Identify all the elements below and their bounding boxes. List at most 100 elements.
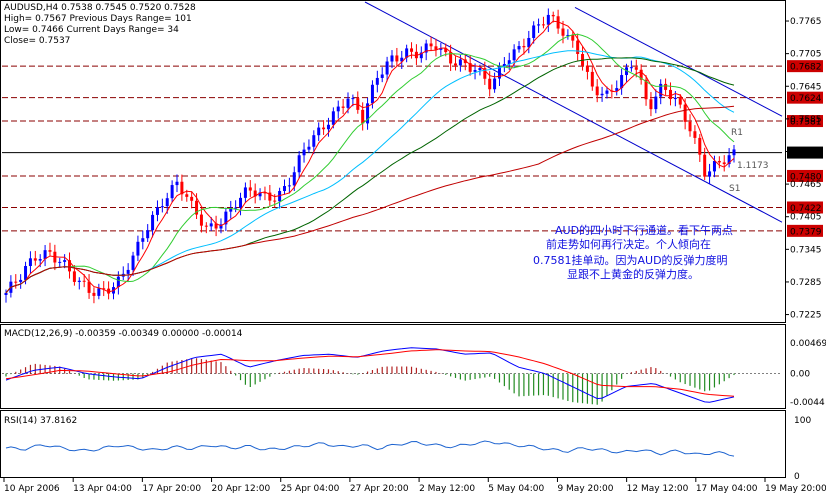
candle-body: [361, 109, 365, 124]
time-tick-label: 12 May 12:00: [627, 484, 689, 494]
candle-body: [576, 40, 580, 54]
candle-body: [160, 206, 164, 208]
candle-body: [561, 28, 565, 36]
candle-body: [302, 149, 306, 156]
candle-body: [708, 171, 712, 177]
candle-body: [28, 258, 32, 267]
candle-body: [155, 207, 159, 215]
candle-body: [4, 292, 8, 295]
candle-body: [693, 131, 697, 138]
candle-body: [678, 97, 682, 105]
candle-body: [63, 260, 67, 262]
candle-body: [239, 197, 243, 208]
candle-body: [410, 48, 414, 52]
price-level-label: 0.7624: [790, 94, 822, 104]
annotation-line-1: AUD的四小时下行通道。看下午两点: [555, 223, 733, 237]
candle-body: [341, 106, 345, 108]
candle-body: [522, 46, 526, 48]
candle-body: [600, 93, 604, 96]
candle-body: [141, 238, 145, 242]
candle-body: [385, 61, 389, 75]
time-tick-label: 5 May 04:00: [488, 484, 544, 494]
rsi-tick-label: 0: [794, 472, 800, 482]
candle-body: [72, 271, 76, 282]
price-level-label: 0.7379: [790, 227, 822, 237]
candle-body: [683, 104, 687, 122]
candle-body: [532, 25, 536, 38]
candle-body: [478, 68, 482, 71]
candle-body: [273, 200, 277, 202]
header-high: High= 0.7567 Previous Days Range= 101: [4, 14, 192, 24]
time-tick-label: 20 Apr 12:00: [212, 484, 271, 494]
candle-body: [292, 172, 296, 186]
header-symbol: AUDUSD,H4 0.7538 0.7545 0.7520 0.7528: [4, 3, 196, 13]
candle-body: [282, 186, 286, 192]
time-tick-label: 19 May 20:00: [765, 484, 826, 494]
candle-body: [351, 98, 355, 100]
candle-body: [390, 55, 394, 62]
candle-body: [380, 74, 384, 78]
time-tick-label: 17 May 04:00: [696, 484, 758, 494]
candle-body: [703, 154, 707, 177]
macd-tick-label: 0.00469: [790, 339, 826, 349]
price-tick-label: 0.7285: [790, 278, 822, 288]
s1-label: S1: [729, 184, 740, 194]
candle-body: [234, 207, 238, 209]
header-close: Close= 0.7537: [4, 36, 70, 46]
price-tick-label: 0.7405: [790, 213, 822, 223]
candle-body: [649, 99, 653, 110]
candle-body: [24, 266, 28, 280]
candle-body: [204, 225, 208, 227]
candle-body: [185, 194, 189, 197]
candle-body: [336, 106, 340, 112]
candle-body: [537, 24, 541, 26]
candle-body: [317, 127, 321, 136]
time-tick-label: 9 May 20:00: [557, 484, 613, 494]
candle-body: [488, 78, 492, 90]
candle-body: [346, 98, 350, 108]
candle-body: [551, 14, 555, 17]
price-level-label: 0.7682: [790, 63, 822, 73]
candle-body: [629, 67, 633, 69]
annotation-line-4: 显跟不上黄金的反弹力度。: [567, 267, 699, 281]
candle-body: [297, 155, 301, 173]
candle-body: [82, 280, 86, 282]
candle-body: [541, 24, 545, 26]
candle-body: [493, 78, 497, 90]
price-tick-label: 0.7705: [790, 50, 822, 60]
candle-body: [698, 137, 702, 155]
candle-body: [170, 185, 174, 199]
candle-body: [131, 255, 135, 270]
candle-body: [571, 34, 575, 41]
candle-body: [722, 162, 726, 165]
candle-body: [33, 258, 37, 261]
candle-body: [331, 111, 335, 125]
macd-tick-label: 0.00: [790, 370, 810, 380]
candle-body: [190, 196, 194, 201]
candle-body: [151, 214, 155, 231]
annotation-line-2: 前走势如何再行决定。个人倾向在: [546, 237, 711, 251]
candle-body: [14, 281, 18, 283]
candle-body: [429, 43, 433, 47]
macd-tick-label: -0.0044: [790, 398, 825, 408]
candle-body: [454, 63, 458, 66]
candle-body: [243, 187, 247, 198]
candle-body: [175, 181, 179, 186]
price-tick-label: 0.7645: [790, 82, 822, 92]
r1-label: R1: [731, 128, 743, 138]
time-tick-label: 25 Apr 04:00: [281, 484, 340, 494]
candle-body: [146, 230, 150, 239]
price-tick-label: 0.7585: [790, 115, 822, 125]
annotation-line-3: 0.7581挂单动。因为AUD的反弹力度明: [533, 253, 728, 267]
time-tick-label: 27 Apr 20:00: [350, 484, 409, 494]
time-tick-label: 10 Apr 2006: [4, 484, 60, 494]
candle-body: [48, 250, 52, 252]
candle-body: [688, 121, 692, 132]
candle-body: [512, 49, 516, 61]
candle-body: [473, 70, 477, 72]
candle-body: [97, 288, 101, 296]
rsi-tick-label: 100: [794, 416, 811, 426]
rsi-title: RSI(14) 37.8162: [4, 416, 77, 426]
candle-body: [605, 90, 609, 94]
candle-body: [546, 14, 550, 25]
